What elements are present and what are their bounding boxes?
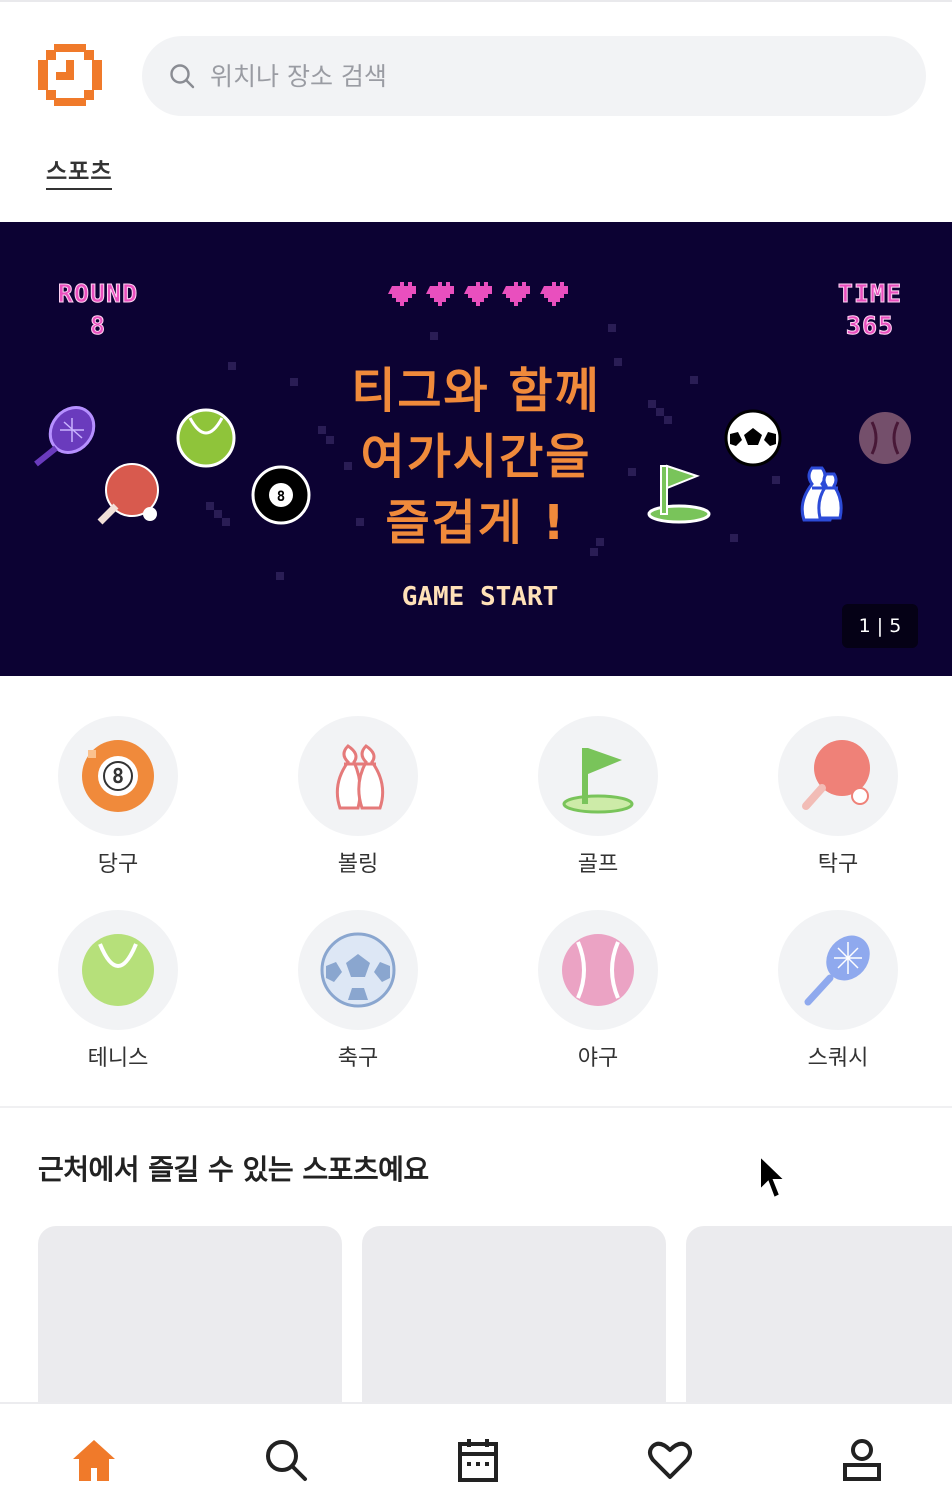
baseball-icon	[562, 934, 634, 1006]
app-logo[interactable]	[36, 42, 104, 108]
category-icon-wrap	[778, 716, 898, 836]
category-baseball[interactable]: 야구	[518, 910, 678, 1072]
round-label: ROUND	[57, 279, 139, 309]
category-label: 야구	[577, 1046, 619, 1071]
category-soccer[interactable]: 축구	[278, 910, 438, 1072]
app-header: 스포츠	[0, 0, 952, 220]
time-value: 365	[845, 311, 895, 341]
golf-flag-icon	[562, 748, 634, 814]
category-pingpong[interactable]: 탁구	[758, 716, 918, 878]
home-icon	[73, 1440, 115, 1481]
calendar-icon	[458, 1439, 498, 1482]
time-label: TIME	[837, 279, 903, 309]
category-icon-wrap	[538, 716, 658, 836]
heart-icon	[648, 1441, 692, 1479]
tennis-ball-icon	[176, 408, 236, 468]
category-icon-wrap	[778, 910, 898, 1030]
promo-banner[interactable]: 8 ROUND 8 TIME 365 티그와 함께 여가시간을 즐겁게 ! GA…	[0, 222, 952, 676]
category-label: 스쿼시	[807, 1046, 869, 1071]
search-icon	[266, 1440, 307, 1481]
category-icon-wrap	[58, 910, 178, 1030]
category-label: 볼링	[337, 852, 379, 877]
nearby-card[interactable]	[362, 1226, 666, 1404]
search-bar[interactable]	[142, 36, 926, 116]
tennis-ball-icon	[82, 934, 154, 1006]
search-icon	[170, 64, 195, 89]
nav-search[interactable]	[258, 1432, 314, 1488]
banner-title-line3: 즐겁게 !	[385, 495, 567, 551]
ping-pong-paddle-icon	[97, 463, 159, 525]
category-label: 테니스	[87, 1046, 149, 1071]
banner-pager: 1 | 5	[842, 604, 918, 648]
baseball-icon	[859, 412, 911, 464]
banner-title-line1: 티그와 함께	[351, 363, 601, 419]
bottom-navigation	[0, 1402, 952, 1510]
user-icon	[843, 1439, 881, 1481]
banner-title-line2: 여가시간을	[360, 429, 592, 485]
category-icon-wrap	[538, 910, 658, 1030]
banner-title: 티그와 함께 여가시간을 즐겁게 !	[276, 358, 676, 556]
round-indicator: ROUND 8	[48, 278, 148, 342]
category-label: 축구	[337, 1046, 379, 1071]
category-icon-wrap	[298, 716, 418, 836]
ping-pong-paddle-icon	[802, 740, 870, 810]
nearby-section-title: 근처에서 즐길 수 있는 스포츠예요	[38, 1153, 429, 1186]
category-label: 탁구	[817, 852, 859, 877]
billiard-ball-icon: 8	[82, 740, 154, 812]
tab-sports[interactable]: 스포츠	[46, 152, 113, 190]
soccer-ball-icon	[320, 932, 396, 1008]
nav-home[interactable]	[66, 1432, 122, 1488]
round-value: 8	[89, 311, 107, 341]
category-label: 골프	[577, 852, 619, 877]
squash-racket-icon	[34, 406, 96, 467]
category-icon-wrap: 8	[58, 716, 178, 836]
svg-text:8: 8	[112, 764, 124, 788]
squash-racket-icon	[804, 935, 870, 1006]
nav-profile[interactable]	[834, 1432, 890, 1488]
category-label: 당구	[97, 852, 139, 877]
nav-calendar[interactable]	[450, 1432, 506, 1488]
category-golf[interactable]: 골프	[518, 716, 678, 878]
game-start-button[interactable]: GAME START	[330, 582, 630, 612]
soccer-ball-icon	[724, 409, 782, 467]
category-tennis[interactable]: 테니스	[38, 910, 198, 1072]
category-icon-wrap	[298, 910, 418, 1030]
nearby-card[interactable]	[686, 1226, 952, 1404]
nav-likes[interactable]	[642, 1432, 698, 1488]
mouse-cursor-icon	[759, 1154, 788, 1200]
time-indicator: TIME 365	[820, 278, 920, 342]
search-input[interactable]	[210, 61, 810, 91]
bowling-pins-icon	[335, 744, 385, 810]
nearby-card-carousel[interactable]	[38, 1226, 952, 1404]
bowling-pins-icon	[800, 466, 843, 522]
category-bowling[interactable]: 볼링	[278, 716, 438, 878]
nearby-card[interactable]	[38, 1226, 342, 1404]
category-billiards[interactable]: 8 당구	[38, 716, 198, 878]
category-grid: 8 당구 볼링 골프 탁구 테니스 축구 야구 스쿼시	[0, 676, 952, 1108]
category-squash[interactable]: 스쿼시	[758, 910, 918, 1072]
